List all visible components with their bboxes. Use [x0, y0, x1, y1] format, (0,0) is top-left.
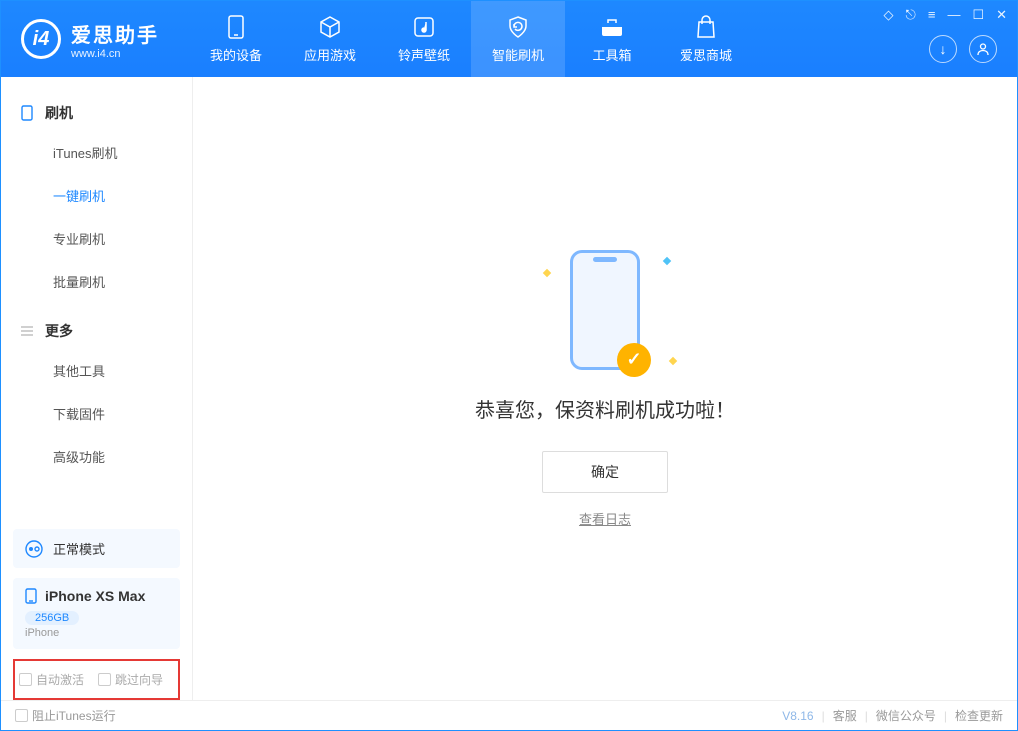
block-itunes-checkbox[interactable]: 阻止iTunes运行 — [15, 707, 116, 724]
sidebar-section-more: 更多 — [1, 313, 192, 349]
phone-small-icon — [19, 105, 35, 121]
sparkle-icon — [669, 356, 677, 364]
success-illustration: ✓ — [570, 250, 640, 394]
phone-illustration-icon: ✓ — [570, 250, 640, 370]
sparkle-icon — [663, 256, 671, 264]
sidebar-item-pro-flash[interactable]: 专业刷机 — [1, 217, 192, 260]
sparkle-icon — [543, 268, 551, 276]
mode-card[interactable]: 正常模式 — [13, 529, 180, 568]
tab-label: 智能刷机 — [492, 45, 544, 64]
checkbox-label: 跳过向导 — [115, 671, 163, 688]
footer-right: V8.16 | 客服 | 微信公众号 | 检查更新 — [782, 707, 1003, 724]
tab-my-device[interactable]: 我的设备 — [189, 1, 283, 77]
device-storage-badge: 256GB — [25, 611, 79, 625]
version-label: V8.16 — [782, 709, 813, 723]
separator: | — [865, 709, 868, 723]
checkbox-icon — [15, 709, 28, 722]
tab-toolbox[interactable]: 工具箱 — [565, 1, 659, 77]
main-tabs: 我的设备 应用游戏 铃声壁纸 智能刷机 工具箱 爱思商城 — [189, 1, 753, 77]
ok-button[interactable]: 确定 — [542, 451, 668, 493]
tab-label: 爱思商城 — [680, 45, 732, 64]
view-log-link[interactable]: 查看日志 — [579, 509, 631, 528]
bag-icon — [694, 15, 718, 39]
body: 刷机 iTunes刷机 一键刷机 专业刷机 批量刷机 更多 其他工具 下载固件 … — [1, 77, 1017, 700]
tab-label: 应用游戏 — [304, 45, 356, 64]
mode-label: 正常模式 — [53, 539, 105, 558]
logo-area: i4 爱思助手 www.i4.cn — [1, 19, 179, 60]
tab-ringtones[interactable]: 铃声壁纸 — [377, 1, 471, 77]
sidebar-item-download-fw[interactable]: 下载固件 — [1, 392, 192, 435]
separator: | — [822, 709, 825, 723]
mode-icon — [25, 540, 43, 558]
menu-icon[interactable]: ≡ — [928, 7, 936, 23]
refresh-shield-icon — [506, 15, 530, 39]
app-name: 爱思助手 — [71, 19, 159, 48]
checkbox-label: 阻止iTunes运行 — [32, 707, 116, 724]
header-actions: ↓ — [929, 35, 997, 63]
app-url: www.i4.cn — [71, 48, 159, 60]
tab-label: 铃声壁纸 — [398, 45, 450, 64]
device-card[interactable]: iPhone XS Max 256GB iPhone — [13, 578, 180, 649]
tab-label: 我的设备 — [210, 45, 262, 64]
sidebar: 刷机 iTunes刷机 一键刷机 专业刷机 批量刷机 更多 其他工具 下载固件 … — [1, 77, 193, 700]
sidebar-item-oneclick-flash[interactable]: 一键刷机 — [1, 174, 192, 217]
tab-store[interactable]: 爱思商城 — [659, 1, 753, 77]
download-icon[interactable]: ↓ — [929, 35, 957, 63]
auto-activate-checkbox[interactable]: 自动激活 — [19, 671, 84, 688]
sidebar-item-batch-flash[interactable]: 批量刷机 — [1, 260, 192, 303]
section-title: 刷机 — [45, 103, 73, 123]
section-title: 更多 — [45, 321, 73, 341]
window-controls: ◇ ⎋ ≡ — ☐ ✕ — [884, 7, 1007, 23]
list-icon — [19, 323, 35, 339]
lock-icon[interactable]: ⎋ — [906, 7, 916, 23]
close-button[interactable]: ✕ — [996, 7, 1007, 23]
shirt-icon[interactable]: ◇ — [884, 7, 894, 23]
sidebar-item-advanced[interactable]: 高级功能 — [1, 435, 192, 478]
options-row: 自动激活 跳过向导 — [13, 659, 180, 700]
minimize-button[interactable]: — — [947, 7, 960, 23]
footer: 阻止iTunes运行 V8.16 | 客服 | 微信公众号 | 检查更新 — [1, 700, 1017, 730]
cube-icon — [318, 15, 342, 39]
checkbox-label: 自动激活 — [36, 671, 84, 688]
logo-icon: i4 — [21, 19, 61, 59]
main-content: ✓ 恭喜您，保资料刷机成功啦！ 确定 查看日志 — [193, 77, 1017, 700]
toolbox-icon — [600, 15, 624, 39]
skip-guide-checkbox[interactable]: 跳过向导 — [98, 671, 163, 688]
phone-icon — [224, 15, 248, 39]
checkmark-badge-icon: ✓ — [617, 343, 651, 377]
support-link[interactable]: 客服 — [833, 707, 857, 724]
user-icon[interactable] — [969, 35, 997, 63]
sidebar-item-itunes-flash[interactable]: iTunes刷机 — [1, 131, 192, 174]
device-phone-icon — [25, 588, 37, 604]
wechat-link[interactable]: 微信公众号 — [876, 707, 936, 724]
checkbox-icon — [19, 673, 32, 686]
maximize-button[interactable]: ☐ — [972, 7, 984, 23]
separator: | — [944, 709, 947, 723]
device-name-row: iPhone XS Max — [25, 588, 168, 604]
footer-left: 阻止iTunes运行 — [15, 707, 116, 724]
tab-flash[interactable]: 智能刷机 — [471, 1, 565, 77]
app-header: i4 爱思助手 www.i4.cn 我的设备 应用游戏 铃声壁纸 智能刷机 工具… — [1, 1, 1017, 77]
device-name: iPhone XS Max — [45, 588, 145, 604]
checkbox-icon — [98, 673, 111, 686]
sidebar-bottom: 正常模式 iPhone XS Max 256GB iPhone 自动激活 跳过向… — [1, 519, 192, 700]
tab-label: 工具箱 — [592, 45, 631, 64]
update-link[interactable]: 检查更新 — [955, 707, 1003, 724]
device-type: iPhone — [25, 627, 168, 639]
logo-text: 爱思助手 www.i4.cn — [71, 19, 159, 60]
sidebar-section-flash: 刷机 — [1, 95, 192, 131]
success-message: 恭喜您，保资料刷机成功啦！ — [475, 394, 735, 423]
sidebar-item-other-tools[interactable]: 其他工具 — [1, 349, 192, 392]
music-icon — [412, 15, 436, 39]
tab-apps[interactable]: 应用游戏 — [283, 1, 377, 77]
